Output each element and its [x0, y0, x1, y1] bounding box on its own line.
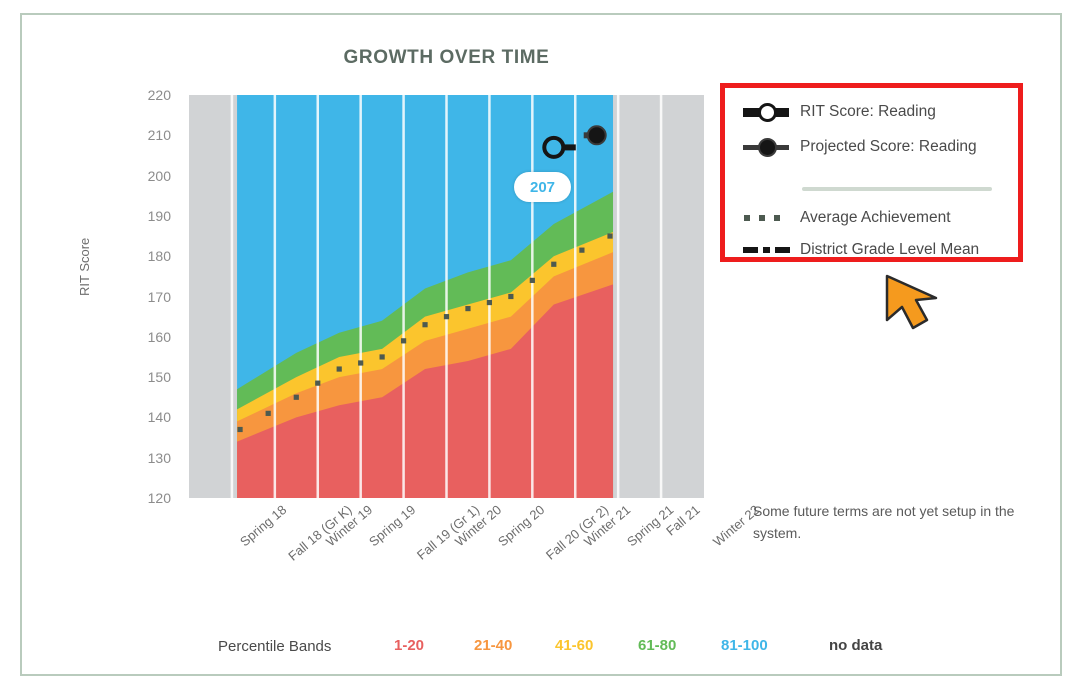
average-achievement-dot	[336, 366, 342, 372]
dash-dot-line-icon	[741, 238, 793, 262]
projected-score-marker	[586, 125, 607, 146]
average-achievement-dot	[315, 380, 321, 386]
average-achievement-dot	[486, 299, 493, 306]
page-title: GROWTH OVER TIME	[343, 47, 550, 68]
rit-score-callout-value: 207	[529, 178, 556, 196]
legend-item-label: RIT Score: Reading	[800, 103, 936, 120]
rit-score-marker-icon	[741, 100, 793, 124]
growth-chart-plot-area	[189, 95, 704, 498]
legend-item-label: Projected Score: Reading	[800, 138, 977, 155]
y-axis-tick-label: 220	[147, 87, 171, 103]
y-axis-tick-label: 140	[147, 409, 171, 426]
y-axis-label: RIT Score	[77, 237, 92, 296]
average-achievement-dot	[422, 322, 428, 328]
y-axis-tick-label: 150	[147, 369, 171, 386]
y-axis-ticks: 220 210 200 190 180 170 160 150 140 130 120	[108, 87, 180, 506]
average-achievement-dot	[293, 394, 299, 400]
average-achievement-dot	[265, 410, 271, 416]
average-achievement-dot	[379, 354, 385, 360]
percentile-band-area-chart	[189, 95, 704, 498]
percentile-band-legend-entry: 1-20	[394, 637, 425, 654]
x-axis-tick-label: Spring 18	[237, 502, 290, 550]
x-axis-tick-label: Spring 19	[366, 502, 419, 550]
average-achievement-dot	[358, 360, 364, 366]
percentile-band-legend-entry: 21-40	[474, 637, 513, 654]
y-axis-tick-label: 210	[147, 127, 171, 144]
y-axis-tick-label: 160	[147, 328, 171, 345]
legend-divider	[802, 187, 992, 191]
average-achievement-dot	[237, 426, 243, 433]
average-achievement-dot	[508, 293, 514, 300]
average-achievement-dot	[551, 261, 557, 267]
percentile-band-legend-entry: 61-80	[638, 637, 677, 654]
y-axis-tick-label: 200	[147, 167, 171, 184]
percentile-bands-legend-title: Percentile Bands	[218, 638, 332, 655]
rit-score-callout: 207	[514, 172, 571, 202]
y-axis-tick-label: 170	[147, 288, 171, 305]
x-axis-ticks: Spring 18 Fall 18 (Gr K) Winter 19 Spring 1…	[189, 502, 761, 582]
x-axis-tick-label: Spring 20	[494, 502, 548, 550]
y-axis-tick-label: 120	[147, 490, 171, 506]
average-achievement-dot	[465, 305, 471, 312]
average-achievement-dot	[443, 314, 450, 320]
legend-item-label: Average Achievement	[800, 209, 951, 226]
average-achievement-dot	[529, 277, 535, 283]
percentile-band-legend-entry: 41-60	[555, 637, 594, 654]
screenshot-root: GROWTH OVER TIME RIT Score 220 210 200 190 1…	[0, 0, 1080, 691]
series-legend-box: RIT Score: Reading Projected Score: Read…	[720, 83, 1023, 262]
report-card-frame: GROWTH OVER TIME RIT Score 220 210 200 190 1…	[20, 13, 1062, 676]
legend-item-rit-score[interactable]: RIT Score: Reading	[741, 100, 936, 124]
mouse-cursor-icon	[885, 274, 938, 330]
dotted-line-icon	[741, 206, 793, 230]
projected-score-marker-icon	[741, 135, 793, 159]
y-axis-tick-label: 130	[147, 449, 171, 466]
average-achievement-dot	[579, 247, 585, 253]
y-axis-tick-label: 180	[147, 248, 171, 265]
legend-item-average-achievement[interactable]: Average Achievement	[741, 206, 951, 230]
legend-item-label: District Grade Level Mean	[800, 241, 980, 258]
percentile-band-legend-entry: 81-100	[721, 637, 768, 654]
average-achievement-dot	[607, 233, 613, 239]
legend-item-projected-score[interactable]: Projected Score: Reading	[741, 135, 977, 159]
average-achievement-dot	[400, 338, 407, 344]
y-axis-tick-label: 190	[147, 207, 171, 224]
future-terms-note: Some future terms are not yet setup in t…	[753, 503, 1015, 541]
legend-item-district-grade-level-mean[interactable]: District Grade Level Mean	[741, 238, 979, 262]
percentile-band-legend-entry: no data	[829, 637, 883, 654]
